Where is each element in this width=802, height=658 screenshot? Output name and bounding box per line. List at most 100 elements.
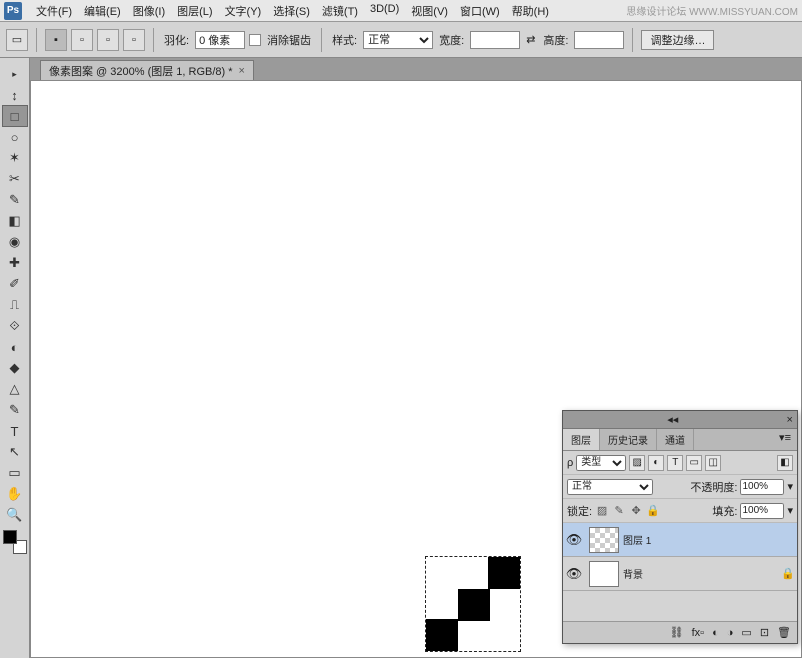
menu-item[interactable]: 帮助(H) bbox=[506, 1, 555, 21]
filter-kind-select[interactable]: 类型 bbox=[576, 455, 626, 471]
opacity-label: 不透明度: bbox=[690, 479, 737, 495]
selection-add-icon[interactable]: ▫ bbox=[71, 29, 93, 51]
menu-item[interactable]: 编辑(E) bbox=[78, 1, 127, 21]
tool-button[interactable]: ✂ bbox=[3, 169, 27, 189]
tool-button[interactable]: ◧ bbox=[3, 211, 27, 231]
tool-button[interactable]: 🔍 bbox=[3, 505, 27, 525]
menu-item[interactable]: 文字(Y) bbox=[219, 1, 268, 21]
tool-button[interactable]: △ bbox=[3, 379, 27, 399]
tool-button[interactable]: ▭ bbox=[3, 463, 27, 483]
antialias-checkbox bbox=[249, 34, 261, 46]
fg-bg-swatches[interactable] bbox=[3, 530, 27, 554]
height-label: 高度: bbox=[541, 32, 570, 48]
tab-channels[interactable]: 通道 bbox=[657, 429, 694, 450]
panel-close-icon[interactable]: × bbox=[783, 414, 797, 426]
style-label: 样式: bbox=[330, 32, 359, 48]
lock-paint-icon[interactable]: ✎ bbox=[612, 504, 626, 517]
lock-row: 锁定: ▨ ✎ ✥ 🔒 填充: ▾ bbox=[563, 499, 797, 523]
panel-footer: ⛓ fx▫ ◐ ◑ ▭ ⊡ 🗑 bbox=[563, 621, 797, 643]
tool-button[interactable]: ⎍ bbox=[3, 295, 27, 315]
filter-shape-icon[interactable]: ▭ bbox=[686, 455, 702, 471]
tool-button[interactable]: ✎ bbox=[3, 400, 27, 420]
filter-adjust-icon[interactable]: ◐ bbox=[648, 455, 664, 471]
expand-icon[interactable]: ▸ bbox=[3, 64, 27, 84]
menu-item[interactable]: 3D(D) bbox=[364, 1, 405, 21]
pixel-block bbox=[426, 619, 458, 651]
blend-mode-select[interactable]: 正常 bbox=[567, 479, 653, 495]
layer-name[interactable]: 图层 1 bbox=[623, 532, 779, 547]
opacity-input[interactable] bbox=[740, 479, 784, 495]
blend-row: 正常 不透明度: ▾ bbox=[563, 475, 797, 499]
filter-smart-icon[interactable]: ◫ bbox=[705, 455, 721, 471]
selection-intersect-icon[interactable]: ▫ bbox=[123, 29, 145, 51]
tool-button[interactable]: ↕ bbox=[3, 85, 27, 105]
panel-collapse-icon[interactable]: ◂◂ bbox=[663, 413, 682, 426]
tool-button[interactable]: ✚ bbox=[3, 253, 27, 273]
tool-button[interactable]: ✎ bbox=[3, 190, 27, 210]
layer-name[interactable]: 背景 bbox=[623, 566, 779, 581]
layer-row[interactable]: 👁 背景🔒 bbox=[563, 557, 797, 591]
menu-item[interactable]: 图层(L) bbox=[171, 1, 218, 21]
height-input bbox=[574, 31, 624, 49]
visibility-icon[interactable]: 👁 bbox=[563, 566, 585, 582]
menu-item[interactable]: 文件(F) bbox=[30, 1, 78, 21]
fill-input[interactable] bbox=[740, 503, 784, 519]
tool-button[interactable]: T bbox=[3, 421, 27, 441]
menu-item[interactable]: 图像(I) bbox=[127, 1, 171, 21]
tool-button[interactable]: □ bbox=[3, 106, 27, 126]
tab-layers[interactable]: 图层 bbox=[563, 429, 600, 450]
tab-history[interactable]: 历史记录 bbox=[600, 429, 657, 450]
layer-row[interactable]: 👁 图层 1 bbox=[563, 523, 797, 557]
close-tab-icon[interactable]: × bbox=[239, 65, 245, 77]
style-select[interactable]: 正常 bbox=[363, 31, 433, 49]
tool-button[interactable]: ◉ bbox=[3, 232, 27, 252]
lock-trans-icon[interactable]: ▨ bbox=[595, 504, 609, 517]
filter-pixel-icon[interactable]: ▨ bbox=[629, 455, 645, 471]
delete-layer-icon[interactable]: 🗑 bbox=[777, 626, 791, 639]
options-bar: ▭ ▪ ▫ ▫ ▫ 羽化: 消除锯齿 样式: 正常 宽度: ⇄ 高度: 调整边缘… bbox=[0, 22, 802, 58]
layer-list: 👁 图层 1 👁 背景🔒 bbox=[563, 523, 797, 591]
marquee-selection bbox=[425, 556, 521, 652]
panel-header[interactable]: ◂◂ × bbox=[563, 411, 797, 429]
layer-filter-row: ρ 类型 ▨ ◐ T ▭ ◫ ◧ bbox=[563, 451, 797, 475]
visibility-icon[interactable]: 👁 bbox=[563, 532, 585, 548]
tool-button[interactable]: ○ bbox=[3, 127, 27, 147]
group-icon[interactable]: ▭ bbox=[741, 626, 751, 639]
adjustment-icon[interactable]: ◑ bbox=[727, 627, 734, 639]
layer-thumbnail[interactable] bbox=[589, 561, 619, 587]
selection-subtract-icon[interactable]: ▫ bbox=[97, 29, 119, 51]
width-input bbox=[470, 31, 520, 49]
refine-edge-button[interactable]: 调整边缘… bbox=[641, 30, 714, 50]
tool-button[interactable]: ✶ bbox=[3, 148, 27, 168]
tool-button[interactable]: ✋ bbox=[3, 484, 27, 504]
link-layers-icon[interactable]: ⛓ bbox=[670, 626, 684, 639]
new-layer-icon[interactable]: ⊡ bbox=[760, 626, 769, 639]
tool-button[interactable]: ↖ bbox=[3, 442, 27, 462]
tool-button[interactable]: ✐ bbox=[3, 274, 27, 294]
fill-dropdown-icon[interactable]: ▾ bbox=[787, 504, 793, 517]
layer-thumbnail[interactable] bbox=[589, 527, 619, 553]
lock-pos-icon[interactable]: ✥ bbox=[629, 504, 643, 517]
layer-mask-icon[interactable]: ◐ bbox=[712, 627, 719, 639]
marquee-preset-icon[interactable]: ▭ bbox=[6, 29, 28, 51]
tool-button[interactable]: ◐ bbox=[3, 337, 27, 357]
opacity-dropdown-icon[interactable]: ▾ bbox=[787, 480, 793, 493]
panel-menu-icon[interactable]: ▾≡ bbox=[773, 429, 797, 450]
menu-item[interactable]: 视图(V) bbox=[405, 1, 454, 21]
lock-icon: 🔒 bbox=[779, 567, 797, 580]
menu-item[interactable]: 窗口(W) bbox=[454, 1, 506, 21]
filter-toggle-icon[interactable]: ◧ bbox=[777, 455, 793, 471]
selection-new-icon[interactable]: ▪ bbox=[45, 29, 67, 51]
layer-fx-icon[interactable]: fx▫ bbox=[692, 627, 704, 639]
document-tab[interactable]: 像素图案 @ 3200% (图层 1, RGB/8) * × bbox=[40, 60, 254, 80]
menu-item[interactable]: 选择(S) bbox=[267, 1, 316, 21]
tool-button[interactable]: ◆ bbox=[3, 358, 27, 378]
filter-type-icon[interactable]: T bbox=[667, 455, 683, 471]
feather-input[interactable] bbox=[195, 31, 245, 49]
tool-button[interactable]: ⟐ bbox=[3, 316, 27, 336]
swap-wh-icon: ⇄ bbox=[524, 33, 537, 46]
lock-label: 锁定: bbox=[567, 503, 592, 519]
lock-all-icon[interactable]: 🔒 bbox=[646, 504, 660, 517]
menu-item[interactable]: 滤镜(T) bbox=[316, 1, 364, 21]
feather-label: 羽化: bbox=[162, 32, 191, 48]
